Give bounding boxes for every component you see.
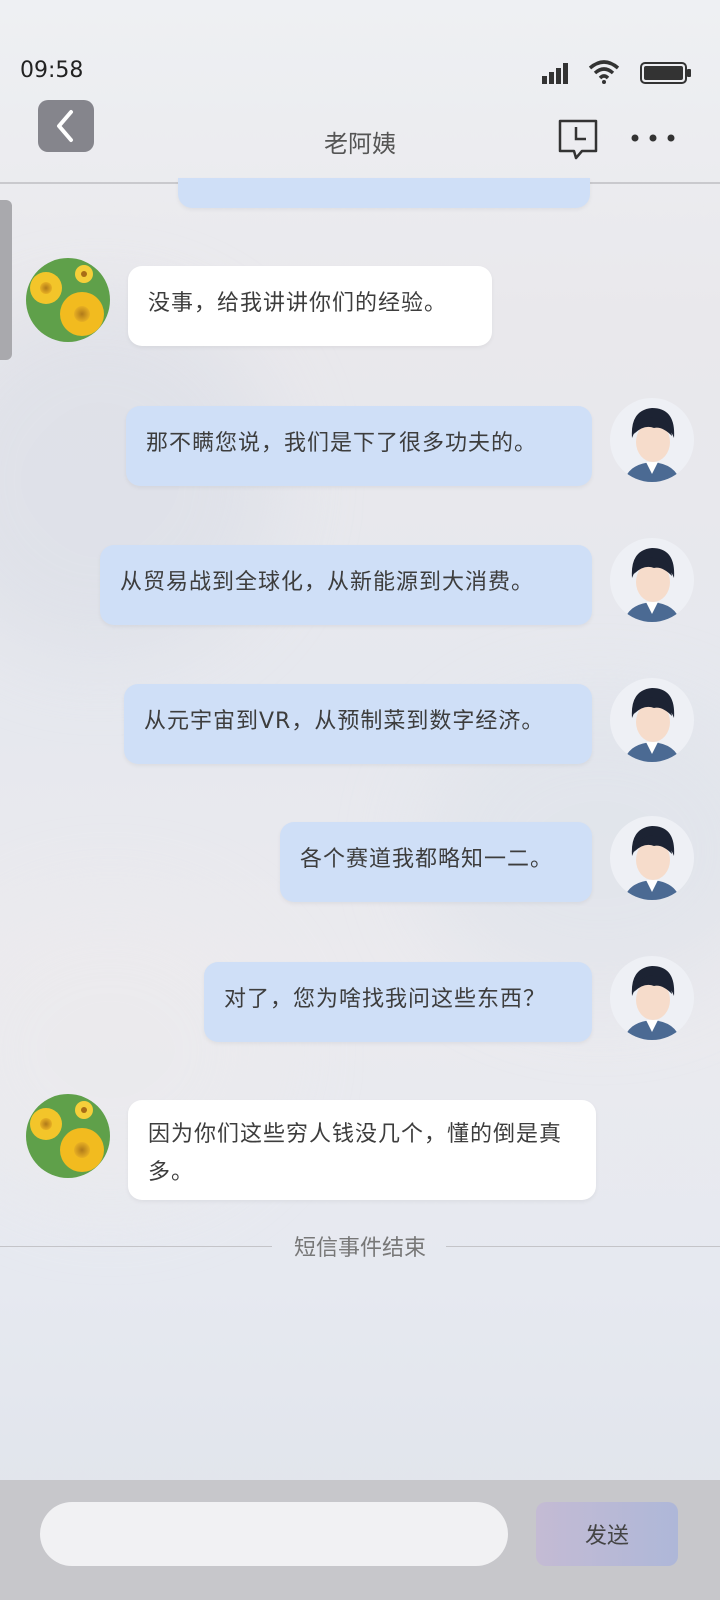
contact-avatar[interactable]	[26, 1094, 110, 1178]
user-avatar[interactable]	[610, 678, 694, 762]
message-text: 各个赛道我都略知一二。	[300, 847, 554, 872]
message-text: 对了，您为啥找我问这些东西？	[224, 987, 547, 1012]
message-text: 从元宇宙到VR，从预制菜到数字经济。	[144, 709, 545, 734]
message-bubble: 从贸易战到全球化，从新能源到大消费。	[100, 545, 592, 625]
flower-avatar-icon	[26, 258, 110, 342]
anime-boy-avatar-icon	[610, 398, 694, 482]
history-clock-icon[interactable]	[556, 117, 600, 161]
status-bar: 09:58	[0, 0, 720, 90]
anime-boy-avatar-icon	[610, 816, 694, 900]
message-bubble-partial	[178, 178, 590, 208]
message-bubble: 对了，您为啥找我问这些东西？	[204, 962, 592, 1042]
message-text: 从贸易战到全球化，从新能源到大消费。	[120, 570, 535, 595]
user-avatar[interactable]	[610, 956, 694, 1040]
message-input[interactable]	[40, 1502, 508, 1566]
chat-title: 老阿姨	[324, 130, 396, 158]
message-bubble: 没事，给我讲讲你们的经验。	[128, 266, 492, 346]
message-bubble: 那不瞒您说，我们是下了很多功夫的。	[126, 406, 592, 486]
message-bubble: 各个赛道我都略知一二。	[280, 822, 592, 902]
anime-boy-avatar-icon	[610, 956, 694, 1040]
message-text: 那不瞒您说，我们是下了很多功夫的。	[146, 431, 538, 456]
message-bubble: 因为你们这些穷人钱没几个，懂的倒是真多。	[128, 1100, 596, 1200]
user-avatar[interactable]	[610, 538, 694, 622]
user-avatar[interactable]	[610, 816, 694, 900]
composer-bar: 发送	[0, 1480, 720, 1600]
battery-icon	[640, 62, 691, 84]
flower-avatar-icon	[26, 1094, 110, 1178]
contact-avatar[interactable]	[26, 258, 110, 342]
chat-header: 老阿姨	[0, 90, 720, 184]
user-avatar[interactable]	[610, 398, 694, 482]
divider-line-right	[446, 1246, 720, 1247]
signal-icon	[542, 63, 568, 84]
status-time: 09:58	[20, 58, 84, 83]
wifi-icon	[588, 60, 620, 84]
send-button[interactable]: 发送	[536, 1502, 678, 1566]
scrollbar-thumb[interactable]	[0, 200, 12, 360]
message-text: 没事，给我讲讲你们的经验。	[148, 291, 448, 316]
more-options-icon[interactable]	[630, 130, 676, 146]
message-text: 因为你们这些穷人钱没几个，懂的倒是真多。	[148, 1122, 563, 1185]
anime-boy-avatar-icon	[610, 678, 694, 762]
message-bubble: 从元宇宙到VR，从预制菜到数字经济。	[124, 684, 592, 764]
anime-boy-avatar-icon	[610, 538, 694, 622]
